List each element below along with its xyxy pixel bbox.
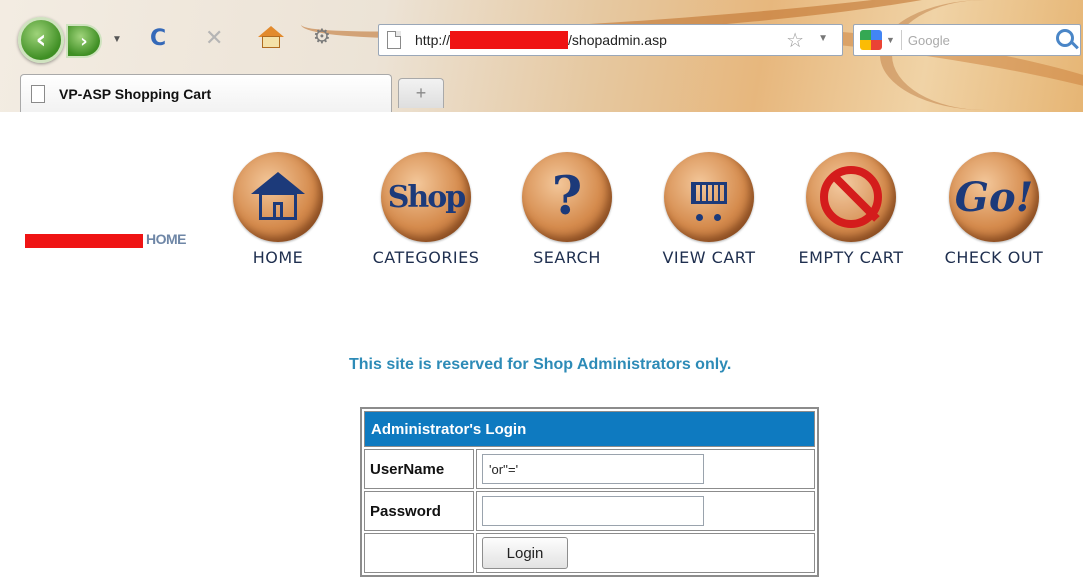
back-arrow-icon: ‹ xyxy=(35,25,47,55)
forward-button[interactable]: › xyxy=(66,24,102,58)
house-icon xyxy=(233,152,323,242)
nav-search[interactable]: ? SEARCH xyxy=(497,152,637,267)
password-label: Password xyxy=(364,491,474,531)
nav-check-out[interactable]: Go! CHECK OUT xyxy=(924,152,1064,267)
home-icon[interactable] xyxy=(258,26,284,48)
browser-toolbar: ‹ › ▼ C ✕ ⚙ http:// /shopadmin.asp ☆ ▼ ▼… xyxy=(0,0,1083,112)
admin-notice: This site is reserved for Shop Administr… xyxy=(349,356,732,373)
search-input[interactable]: Google xyxy=(908,33,950,48)
shopping-cart-icon xyxy=(664,152,754,242)
username-cell xyxy=(476,449,815,489)
engine-dropdown-icon[interactable]: ▼ xyxy=(886,35,895,45)
new-tab-button[interactable]: + xyxy=(398,78,444,108)
back-button[interactable]: ‹ xyxy=(18,17,64,63)
nav-categories[interactable]: Shop CATEGORIES xyxy=(356,152,496,267)
nav-label: EMPTY CART xyxy=(798,248,904,267)
tab-active[interactable]: VP-ASP Shopping Cart xyxy=(20,74,392,112)
nav-label: SEARCH xyxy=(533,248,601,267)
google-icon[interactable] xyxy=(860,30,882,50)
shop-icon: Shop xyxy=(381,152,471,242)
username-label: UserName xyxy=(364,449,474,489)
login-form: Administrator's Login UserName Password … xyxy=(360,407,819,577)
nav-label: HOME xyxy=(252,248,304,267)
nav-label: CHECK OUT xyxy=(944,248,1044,267)
addon-icon[interactable]: ⚙ xyxy=(313,24,331,48)
redacted-brand xyxy=(25,234,143,248)
history-dropdown-icon[interactable]: ▼ xyxy=(112,34,122,45)
empty-cell xyxy=(364,533,474,573)
login-button[interactable]: Login xyxy=(482,537,568,569)
tab-page-icon xyxy=(31,84,45,103)
password-cell xyxy=(476,491,815,531)
forward-arrow-icon: › xyxy=(80,30,88,52)
brand-home-link[interactable]: HOME xyxy=(146,231,187,247)
address-bar[interactable]: http:// /shopadmin.asp ☆ ▼ xyxy=(378,24,843,56)
star-icon[interactable]: ☆ xyxy=(786,28,804,53)
redacted-domain xyxy=(450,31,569,49)
nav-label: CATEGORIES xyxy=(372,248,480,267)
tab-title: VP-ASP Shopping Cart xyxy=(59,85,212,102)
divider xyxy=(900,30,902,50)
go-icon: Go! xyxy=(949,152,1039,242)
magnifier-icon[interactable] xyxy=(1056,29,1074,47)
nav-empty-cart[interactable]: EMPTY CART xyxy=(781,152,921,267)
button-cell: Login xyxy=(476,533,815,573)
page-icon xyxy=(387,31,401,49)
search-box[interactable]: ▼ Google xyxy=(853,24,1081,56)
password-field[interactable] xyxy=(482,496,704,526)
url-prefix: http:// xyxy=(415,32,451,48)
nav-label: VIEW CART xyxy=(662,248,756,267)
username-field[interactable] xyxy=(482,454,704,484)
no-entry-icon xyxy=(806,152,896,242)
question-mark-icon: ? xyxy=(522,152,612,242)
stop-icon[interactable]: ✕ xyxy=(205,26,223,51)
reload-icon[interactable]: C xyxy=(150,26,166,51)
url-path: /shopadmin.asp xyxy=(568,32,667,48)
login-header: Administrator's Login xyxy=(364,411,815,447)
nav-view-cart[interactable]: VIEW CART xyxy=(639,152,779,267)
url-dropdown-icon[interactable]: ▼ xyxy=(818,33,828,44)
nav-home[interactable]: HOME xyxy=(208,152,348,267)
